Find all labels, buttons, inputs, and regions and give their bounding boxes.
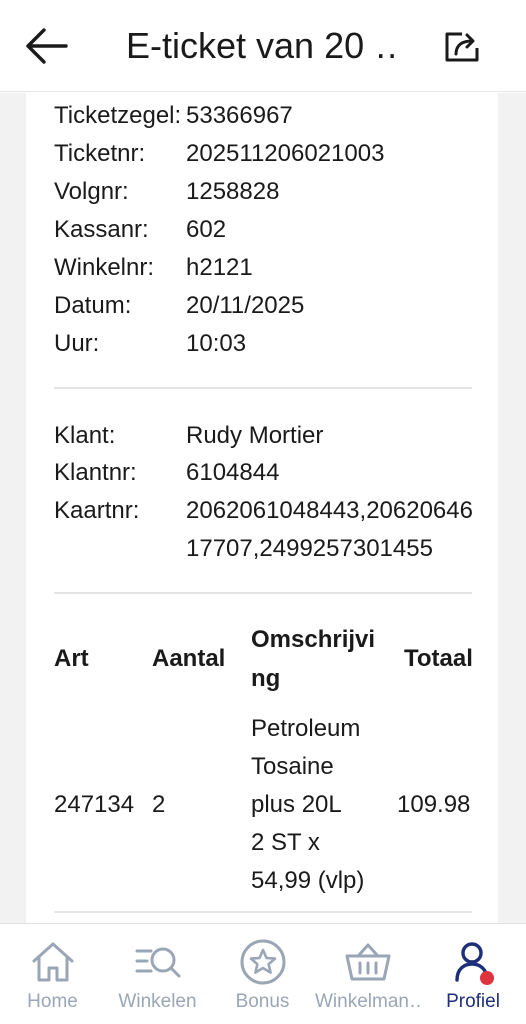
row-omschrijving-line: plus 20L xyxy=(251,791,342,818)
row-omschrijving-line: 2 ST x xyxy=(251,829,320,856)
datum-value: 20/11/2025 xyxy=(186,292,305,319)
tab-profiel[interactable]: Profiel xyxy=(420,924,526,1024)
uur-label: Uur: xyxy=(54,330,100,357)
section-divider xyxy=(54,387,472,389)
row-omschrijving-line: Tosaine xyxy=(251,753,334,780)
profile-icon xyxy=(455,942,494,985)
tab-winkelmandje-label: Winkelman… xyxy=(315,991,420,1012)
datum-label: Datum: xyxy=(54,292,132,319)
row-omschrijving-line: 54,99 (vlp) xyxy=(251,867,365,894)
tab-bonus[interactable]: Bonus xyxy=(210,924,315,1024)
volgnr-label: Volgnr: xyxy=(54,178,129,205)
ticketzegel-label: Ticketzegel: xyxy=(54,102,182,129)
ticketnr-label: Ticketnr: xyxy=(54,140,146,167)
row-totaal: 109.98 xyxy=(397,791,471,818)
klantnr-label: Klantnr: xyxy=(54,459,137,486)
basket-icon xyxy=(345,943,390,981)
klant-label: Klant: xyxy=(54,422,116,449)
app-header: E-ticket van 20 … xyxy=(0,0,526,92)
share-icon xyxy=(445,32,479,62)
row-omschrijving-line: Petroleum xyxy=(251,715,361,742)
tab-home-label: Home xyxy=(27,991,78,1012)
column-header-omschrijving-part1: Omschrijvi xyxy=(251,626,376,653)
home-icon xyxy=(32,942,73,982)
ticket-card: Ticketzegel: 53366967 Ticketnr: 20251120… xyxy=(26,93,498,923)
klantnr-value: 6104844 xyxy=(186,459,280,486)
tab-winkelen[interactable]: Winkelen xyxy=(105,924,210,1024)
back-button[interactable] xyxy=(22,24,70,68)
notification-badge xyxy=(480,971,494,985)
tab-profiel-label: Profiel xyxy=(446,991,500,1012)
column-header-totaal: Totaal xyxy=(404,645,473,672)
column-header-art: Art xyxy=(54,645,89,672)
ticketnr-value: 202511206021003 xyxy=(186,140,385,167)
tab-winkelen-label: Winkelen xyxy=(118,991,197,1012)
column-header-omschrijving-part2: ng xyxy=(251,665,281,692)
tab-winkelmandje[interactable]: Winkelman… xyxy=(315,924,420,1024)
row-divider xyxy=(54,911,472,913)
arrow-left-icon xyxy=(26,28,68,64)
row-art: 247134 xyxy=(54,791,135,818)
bottom-tab-bar: Home Winkelen Bonus Winkelman… Profiel xyxy=(0,923,526,1024)
uur-value: 10:03 xyxy=(186,330,247,357)
volgnr-value: 1258828 xyxy=(186,178,280,205)
row-aantal: 2 xyxy=(152,791,166,818)
kaartnr-label: Kaartnr: xyxy=(54,497,140,524)
search-list-icon xyxy=(135,947,180,978)
ticketzegel-value: 53366967 xyxy=(186,102,293,129)
tab-bonus-label: Bonus xyxy=(235,991,290,1012)
winkelnr-value: h2121 xyxy=(186,254,253,281)
klant-value: Rudy Mortier xyxy=(186,422,324,449)
section-divider xyxy=(54,592,472,594)
winkelnr-label: Winkelnr: xyxy=(54,254,155,281)
star-icon xyxy=(240,939,285,985)
share-button[interactable] xyxy=(440,24,484,68)
page-title: E-ticket van 20 … xyxy=(126,25,396,66)
tab-home[interactable]: Home xyxy=(0,924,105,1024)
kaartnr-value: 2062061048443,2062064617707,249925730145… xyxy=(186,497,473,562)
column-header-aantal: Aantal xyxy=(152,645,226,672)
kassanr-value: 602 xyxy=(186,216,227,243)
kassanr-label: Kassanr: xyxy=(54,216,149,243)
